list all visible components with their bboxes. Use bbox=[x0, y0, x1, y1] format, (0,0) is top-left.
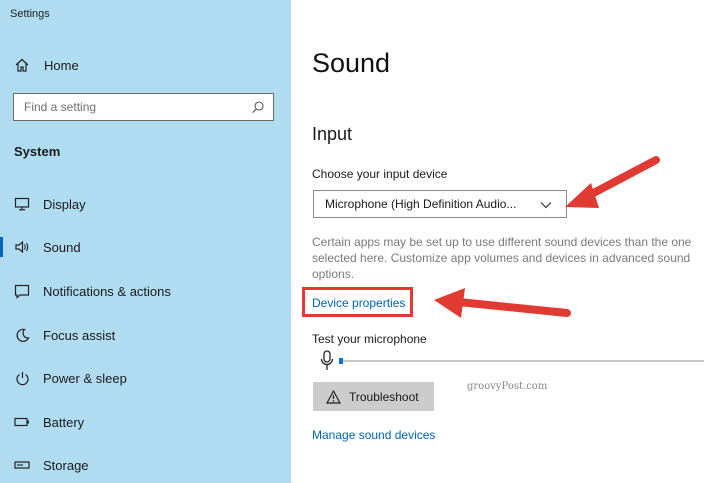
app-title: Settings bbox=[10, 8, 50, 20]
sidebar-item-label: Sound bbox=[43, 239, 81, 255]
sidebar-item-label: Battery bbox=[43, 414, 85, 430]
section-heading-system: System bbox=[14, 144, 61, 159]
sidebar-item-focus-assist[interactable]: Focus assist bbox=[0, 323, 291, 347]
chevron-down-icon bbox=[540, 199, 552, 213]
sidebar-item-label: Power & sleep bbox=[43, 370, 127, 386]
annotation-arrow-device-properties bbox=[434, 288, 571, 318]
monitor-icon bbox=[14, 196, 30, 212]
input-device-label: Choose your input device bbox=[312, 167, 448, 181]
page-title: Sound bbox=[312, 48, 391, 78]
moon-icon bbox=[14, 327, 30, 343]
home-icon bbox=[14, 57, 30, 73]
input-device-dropdown[interactable]: Microphone (High Definition Audio... bbox=[313, 190, 567, 218]
notification-icon bbox=[14, 283, 30, 299]
sidebar-item-label: Storage bbox=[43, 457, 89, 473]
watermark: groovyPost.com bbox=[467, 381, 548, 392]
microphone-icon bbox=[320, 350, 334, 377]
input-description: Certain apps may be set up to use differ… bbox=[312, 235, 692, 281]
sidebar: Settings Home System Display Sound Notif… bbox=[0, 0, 291, 483]
power-icon bbox=[14, 370, 30, 386]
annotation-highlight-box bbox=[302, 287, 413, 317]
mic-level-track bbox=[339, 360, 704, 362]
warning-icon bbox=[325, 389, 341, 405]
test-microphone-label: Test your microphone bbox=[312, 332, 427, 346]
troubleshoot-button[interactable]: Troubleshoot bbox=[313, 382, 434, 411]
home-label: Home bbox=[44, 57, 79, 73]
search-icon[interactable] bbox=[251, 100, 265, 119]
input-heading: Input bbox=[312, 124, 353, 144]
storage-icon bbox=[14, 457, 30, 473]
search-input[interactable] bbox=[14, 94, 254, 120]
battery-icon bbox=[14, 414, 30, 430]
manage-sound-devices-link[interactable]: Manage sound devices bbox=[312, 428, 435, 442]
annotation-arrow-dropdown bbox=[565, 156, 660, 208]
speaker-icon bbox=[14, 239, 30, 255]
troubleshoot-label: Troubleshoot bbox=[349, 389, 419, 404]
main-content: Sound Input Choose your input device Mic… bbox=[291, 0, 720, 483]
sidebar-item-display[interactable]: Display bbox=[0, 192, 291, 216]
search-box[interactable] bbox=[13, 93, 274, 121]
sidebar-item-notifications[interactable]: Notifications & actions bbox=[0, 279, 291, 303]
sidebar-item-storage[interactable]: Storage bbox=[0, 453, 291, 477]
sidebar-item-label: Focus assist bbox=[43, 327, 116, 343]
sidebar-item-power-sleep[interactable]: Power & sleep bbox=[0, 366, 291, 390]
input-device-value: Microphone (High Definition Audio... bbox=[325, 197, 517, 211]
sidebar-item-label: Notifications & actions bbox=[43, 283, 171, 299]
mic-level-fill bbox=[339, 358, 343, 364]
sidebar-item-battery[interactable]: Battery bbox=[0, 410, 291, 434]
sidebar-item-label: Display bbox=[43, 196, 86, 212]
home-nav-item[interactable]: Home bbox=[14, 57, 79, 73]
sidebar-item-sound[interactable]: Sound bbox=[0, 235, 291, 259]
